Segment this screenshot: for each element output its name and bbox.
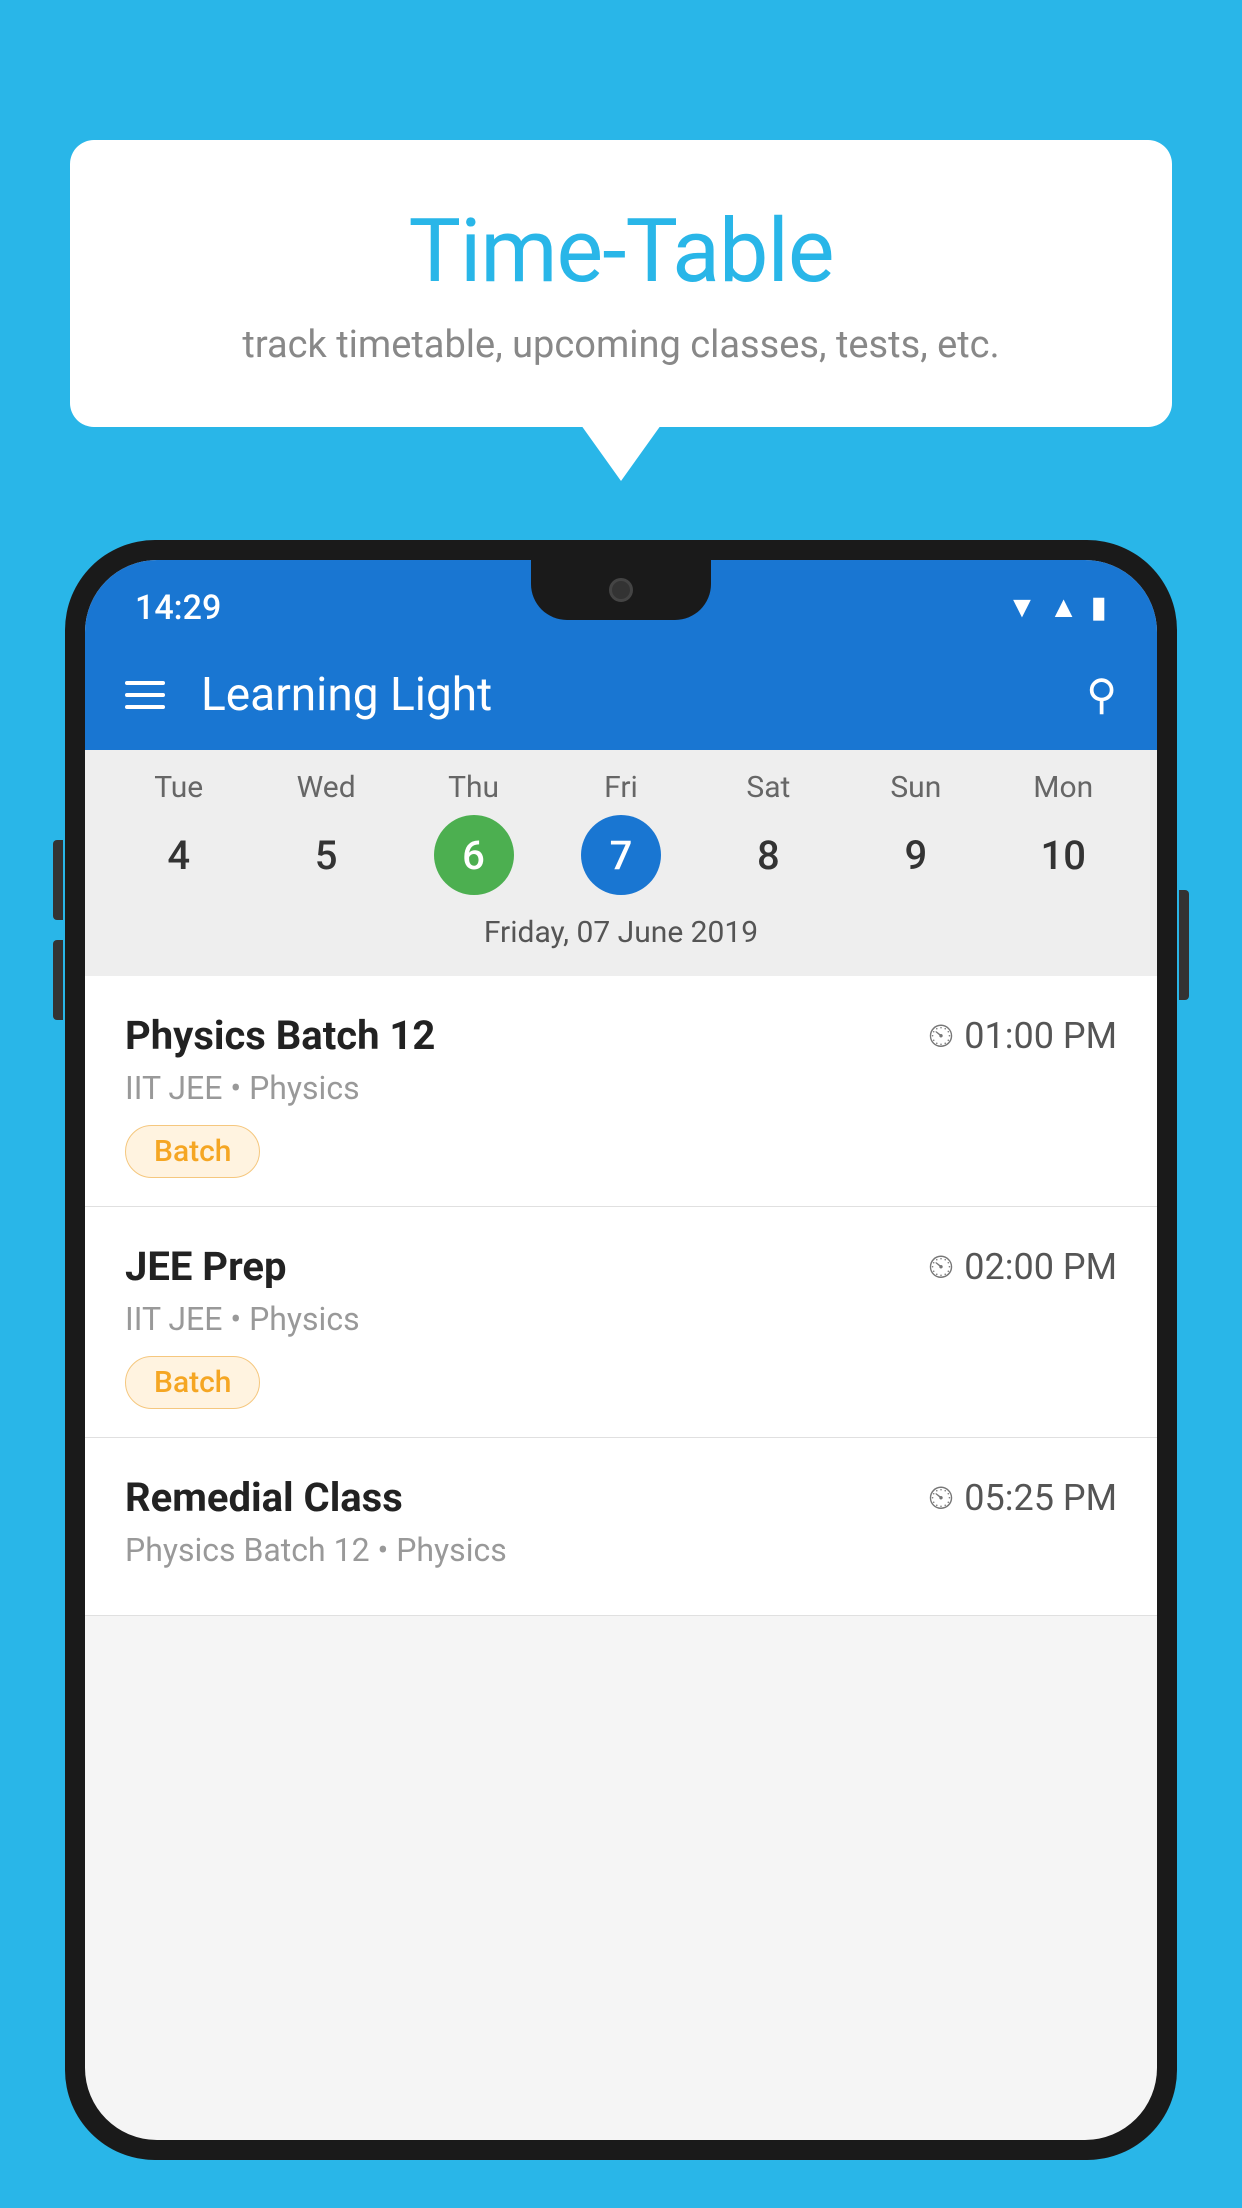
- phone-mockup: 14:29 ▼ ▲ ▮ Learning Light ⚲: [65, 540, 1177, 2208]
- status-icons: ▼ ▲ ▮: [1007, 590, 1107, 625]
- speech-bubble: Time-Table track timetable, upcoming cla…: [70, 140, 1172, 427]
- time-value-2: 02:00 PM: [964, 1246, 1117, 1288]
- batch-badge-1: Batch: [125, 1125, 260, 1178]
- time-value-1: 01:00 PM: [964, 1015, 1117, 1057]
- schedule-time-3: ⏲ 05:25 PM: [928, 1477, 1117, 1519]
- day-6-today[interactable]: 6: [434, 815, 514, 895]
- status-time: 14:29: [135, 588, 221, 628]
- day-4[interactable]: 4: [139, 815, 219, 895]
- day-5[interactable]: 5: [286, 815, 366, 895]
- day-10[interactable]: 10: [1023, 815, 1103, 895]
- day-header-mon: Mon: [1008, 770, 1118, 805]
- day-header-thu: Thu: [419, 770, 529, 805]
- hamburger-menu-icon[interactable]: [125, 681, 165, 709]
- app-title: Learning Light: [201, 668, 1086, 722]
- day-7-selected[interactable]: 7: [581, 815, 661, 895]
- schedule-item-3[interactable]: Remedial Class ⏲ 05:25 PM Physics Batch …: [85, 1438, 1157, 1616]
- day-headers: Tue Wed Thu Fri Sat Sun Mon: [85, 770, 1157, 805]
- day-8[interactable]: 8: [728, 815, 808, 895]
- power-button: [1179, 890, 1189, 1000]
- schedule-title-2: JEE Prep: [125, 1243, 286, 1290]
- search-icon[interactable]: ⚲: [1086, 670, 1117, 720]
- schedule-subtitle-1: IIT JEE • Physics: [125, 1069, 1117, 1107]
- schedule-subtitle-2: IIT JEE • Physics: [125, 1300, 1117, 1338]
- battery-icon: ▮: [1090, 590, 1107, 625]
- schedule-item-2[interactable]: JEE Prep ⏲ 02:00 PM IIT JEE • Physics Ba…: [85, 1207, 1157, 1438]
- speech-bubble-container: Time-Table track timetable, upcoming cla…: [70, 140, 1172, 427]
- schedule-subtitle-3: Physics Batch 12 • Physics: [125, 1531, 1117, 1569]
- phone-frame: 14:29 ▼ ▲ ▮ Learning Light ⚲: [65, 540, 1177, 2160]
- calendar-strip: Tue Wed Thu Fri Sat Sun Mon 4 5 6 7 8 9 …: [85, 750, 1157, 976]
- selected-date-label: Friday, 07 June 2019: [85, 907, 1157, 966]
- clock-icon-1: ⏲: [928, 1016, 955, 1056]
- phone-notch: [531, 560, 711, 620]
- schedule-time-2: ⏲ 02:00 PM: [928, 1246, 1117, 1288]
- schedule-item-3-header: Remedial Class ⏲ 05:25 PM: [125, 1474, 1117, 1521]
- wifi-icon: ▼: [1007, 590, 1037, 625]
- schedule-list: Physics Batch 12 ⏲ 01:00 PM IIT JEE • Ph…: [85, 976, 1157, 1616]
- app-bar: Learning Light ⚲: [85, 640, 1157, 750]
- schedule-item-1[interactable]: Physics Batch 12 ⏲ 01:00 PM IIT JEE • Ph…: [85, 976, 1157, 1207]
- day-header-sat: Sat: [713, 770, 823, 805]
- day-header-sun: Sun: [861, 770, 971, 805]
- day-numbers: 4 5 6 7 8 9 10: [85, 815, 1157, 895]
- schedule-item-2-header: JEE Prep ⏲ 02:00 PM: [125, 1243, 1117, 1290]
- clock-icon-3: ⏲: [928, 1478, 955, 1518]
- bubble-subtitle: track timetable, upcoming classes, tests…: [110, 323, 1132, 367]
- front-camera: [609, 578, 633, 602]
- time-value-3: 05:25 PM: [964, 1477, 1117, 1519]
- phone-screen: 14:29 ▼ ▲ ▮ Learning Light ⚲: [85, 560, 1157, 2140]
- day-header-fri: Fri: [566, 770, 676, 805]
- day-9[interactable]: 9: [876, 815, 956, 895]
- bubble-title: Time-Table: [110, 200, 1132, 303]
- schedule-item-1-header: Physics Batch 12 ⏲ 01:00 PM: [125, 1012, 1117, 1059]
- day-header-tue: Tue: [124, 770, 234, 805]
- signal-icon: ▲: [1049, 590, 1079, 625]
- batch-badge-2: Batch: [125, 1356, 260, 1409]
- schedule-time-1: ⏲ 01:00 PM: [928, 1015, 1117, 1057]
- volume-up-button: [53, 840, 63, 920]
- volume-down-button: [53, 940, 63, 1020]
- clock-icon-2: ⏲: [928, 1247, 955, 1287]
- day-header-wed: Wed: [271, 770, 381, 805]
- schedule-title-1: Physics Batch 12: [125, 1012, 435, 1059]
- schedule-title-3: Remedial Class: [125, 1474, 403, 1521]
